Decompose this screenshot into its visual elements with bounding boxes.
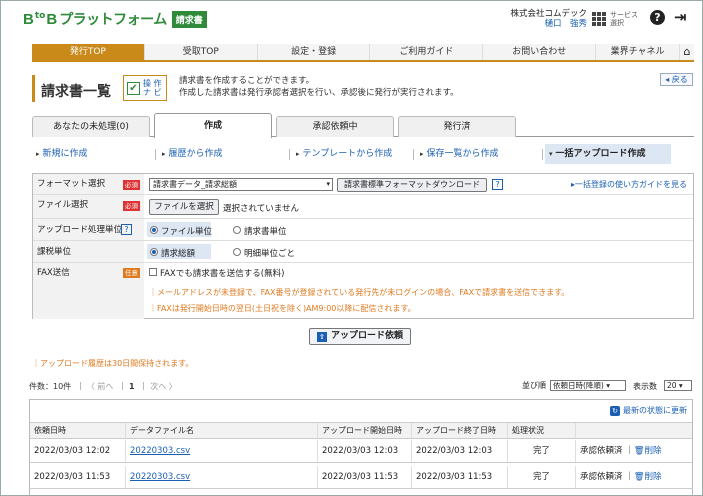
status-tabs: あなたの未処理(0) 作成 承認依頼中 発行済 (32, 113, 694, 138)
delete-link[interactable]: 🗑削除 (634, 472, 662, 482)
grid-icon (592, 12, 606, 26)
refresh-icon: ↻ (610, 406, 620, 416)
file-row: ファイル選択 必須 ファイルを選択 選択されていません (33, 195, 693, 219)
upload-history-table: ↻ 最新の状態に更新 依頼日時 データファイル名 アップロード開始日時 アップロー… (29, 399, 693, 495)
help-icon[interactable]: ? (650, 10, 665, 25)
subtab-from-template[interactable]: ▸ テンプレートから作成 (292, 144, 412, 164)
next-page-link[interactable]: 次へ 〉 (150, 382, 177, 391)
nav-receive-top[interactable]: 受取TOP (145, 44, 258, 60)
data-file-link[interactable]: 20220303.csv (130, 446, 190, 456)
logo[interactable]: B to B プラットフォーム 請求書 (23, 10, 207, 28)
logout-icon[interactable]: ⇥ (674, 10, 690, 25)
tab-unprocessed[interactable]: あなたの未処理(0) (32, 116, 150, 137)
tab-approval-pending[interactable]: 承認依頼中 (276, 116, 394, 137)
howto-link[interactable]: ▸一括登録の使い方ガイドを見る (571, 179, 687, 190)
table-row: 2022/03/03 12:02 20220303.csv 2022/03/03… (30, 440, 692, 463)
title-accent (32, 75, 35, 102)
subtab-from-history[interactable]: ▸ 履歴から作成 (158, 144, 288, 164)
back-button[interactable]: ◂ 戻る (660, 73, 693, 86)
status-badge: 完了 (508, 440, 576, 462)
subtab-bulk-upload[interactable]: ▾ 一括アップロード作成 (545, 144, 671, 164)
table-row: 2022/03/03 11:53 20220303.csv 2022/03/03… (30, 466, 692, 489)
page-title: 請求書一覧 (41, 84, 111, 100)
sort-select[interactable]: 依頼日時(降順) ▾ (550, 380, 626, 391)
delete-link[interactable]: 🗑削除 (634, 446, 662, 456)
logo-badge: 請求書 (171, 10, 207, 28)
upload-unit-row: アップロード処理単位? ファイル単位 請求書単位 (33, 219, 693, 241)
unit-invoice-radio[interactable] (233, 226, 241, 234)
unit-file-radio[interactable] (150, 226, 158, 234)
tax-detail-radio[interactable] (233, 248, 241, 256)
company-name: 株式会社コムデック (510, 9, 587, 19)
operation-navi-button[interactable]: ✔ 操 作ナ ビ (123, 75, 167, 101)
create-method-tabs: ▸ 新規に作成 ▸ 履歴から作成 ▸ テンプレートから作成 ▸ 保存一覧から作成 ▾ 一括… (32, 144, 694, 164)
nav-industry-channel[interactable]: 業界チャネル (596, 44, 681, 60)
result-count: 件数：10件 (29, 382, 72, 391)
top-header: B to B プラットフォーム 請求書 株式会社コムデック 樋口 強秀 サービス… (1, 1, 702, 37)
format-row: フォーマット選択 必須 請求書データ_請求総額 ▾ 請求書標準フォーマットダウンロー… (33, 174, 693, 195)
pager: 件数：10件 ｜ 〈 前へ ｜ 1 ｜ 次へ 〉 (29, 382, 177, 391)
format-download-button[interactable]: 請求書標準フォーマットダウンロード (337, 178, 487, 192)
current-page: 1 (129, 382, 135, 391)
tab-issued[interactable]: 発行済 (398, 116, 516, 137)
upload-request-button[interactable]: ⇧ アップロード依頼 (309, 328, 411, 345)
prev-page-link[interactable]: 〈 前へ (87, 382, 114, 391)
subtab-new[interactable]: ▸ 新規に作成 (32, 144, 152, 164)
fax-note-2: ｜FAXは発行開始日時の翌日(土日祝を除く)AM9:00以降に配信されます。 (149, 304, 416, 313)
tab-create[interactable]: 作成 (154, 113, 272, 138)
fax-checkbox[interactable] (149, 268, 157, 276)
help-icon[interactable]: ? (121, 224, 132, 235)
user-name-link[interactable]: 樋口 強秀 (509, 19, 587, 29)
file-choose-button[interactable]: ファイルを選択 (149, 199, 219, 215)
upload-form: フォーマット選択 必須 請求書データ_請求総額 ▾ 請求書標準フォーマットダウンロー… (32, 173, 694, 319)
optional-badge: 任意 (123, 268, 140, 278)
tax-unit-row: 課税単位 請求総額 明細単位ごと (33, 241, 693, 263)
home-icon[interactable]: ⌂ (680, 44, 694, 60)
user-info: 株式会社コムデック 樋口 強秀 (509, 9, 587, 29)
nav-guide[interactable]: ご利用ガイド (370, 44, 484, 60)
tax-total-radio[interactable] (150, 248, 158, 256)
format-select[interactable]: 請求書データ_請求総額 ▾ (149, 178, 333, 191)
file-status: 選択されていません (223, 204, 299, 214)
upload-icon: ⇧ (316, 332, 327, 342)
nav-contact[interactable]: お問い合わせ (483, 44, 597, 60)
app-window: B to B プラットフォーム 請求書 株式会社コムデック 樋口 強秀 サービス… (0, 0, 703, 496)
fax-note-1: ｜メールアドレスが未登録で、FAX番号が登録されている発行先が未ログインの場合、… (149, 288, 570, 297)
required-badge: 必須 (123, 201, 140, 211)
service-select-button[interactable]: サービス 選択 (592, 8, 638, 30)
main-nav: 発行TOP 受取TOP 設定・登録 ご利用ガイド お問い合わせ 業界チャネル ⌂ (32, 44, 694, 62)
table-header: 依頼日時 データファイル名 アップロード開始日時 アップロード終了日時 処理状況 (30, 422, 692, 439)
per-page-select[interactable]: 20 ▾ (664, 380, 692, 391)
data-file-link[interactable]: 20220303.csv (130, 472, 190, 482)
refresh-link[interactable]: ↻ 最新の状態に更新 (610, 405, 687, 416)
status-badge: 完了 (508, 466, 576, 488)
nav-settings[interactable]: 設定・登録 (258, 44, 371, 60)
history-retention-note: ｜アップロード履歴は30日間保持されます。 (32, 359, 194, 368)
check-icon: ✔ (127, 81, 140, 95)
chevron-down-icon: ▾ (326, 180, 330, 188)
page-description: 請求書を作成することができます。 作成した請求書は発行承認者選択を行い、承認後に… (179, 76, 459, 98)
sort-controls: 並び順 依頼日時(降順) ▾ 表示数 20 ▾ (522, 380, 692, 391)
nav-issue-top[interactable]: 発行TOP (32, 44, 145, 60)
fax-row: FAX送信 任意 FAXでも請求書を送信する(無料) ｜メールアドレスが未登録で、… (33, 263, 693, 319)
required-badge: 必須 (123, 180, 140, 190)
subtab-from-saved[interactable]: ▸ 保存一覧から作成 (416, 144, 541, 164)
help-icon[interactable]: ? (492, 179, 503, 190)
